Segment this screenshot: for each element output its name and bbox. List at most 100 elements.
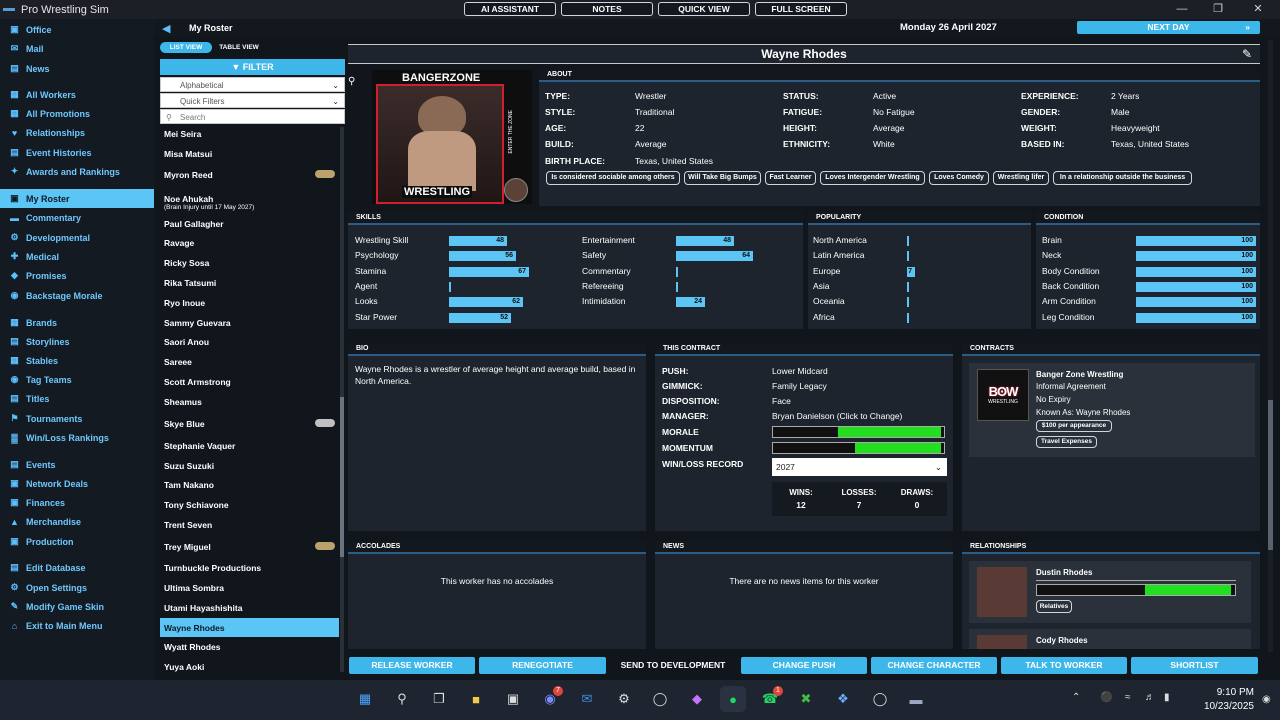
worker-list-item[interactable]: Mei Seira	[160, 124, 339, 143]
minimize-icon[interactable]: —	[1164, 0, 1200, 19]
sidebar-item-modify-game-skin[interactable]: ✎ Modify Game Skin	[0, 597, 154, 616]
sidebar-item-medical[interactable]: ✚ Medical	[0, 247, 154, 266]
sidebar-item-production[interactable]: ▣ Production	[0, 532, 154, 551]
list-scrollbar-thumb[interactable]	[340, 397, 344, 557]
pc-health-icon[interactable]: ◆	[684, 686, 710, 712]
filter-button[interactable]: ▼ FILTER	[160, 59, 345, 75]
windows-start-icon[interactable]: ▦	[352, 686, 378, 712]
search-icon[interactable]: ⚲	[389, 686, 415, 712]
worker-list-item[interactable]: Skye Blue	[160, 414, 339, 433]
quick-view-button[interactable]: QUICK VIEW	[658, 2, 750, 16]
sidebar-item-developmental[interactable]: ⚙ Developmental	[0, 228, 154, 247]
sidebar-item-awards-and-rankings[interactable]: ✦ Awards and Rankings	[0, 162, 154, 181]
worker-list-item[interactable]: Ravage	[160, 233, 339, 252]
worker-list-item[interactable]: Turnbuckle Productions	[160, 558, 339, 577]
full-screen-button[interactable]: FULL SCREEN	[755, 2, 847, 16]
sidebar-item-all-promotions[interactable]: ▦ All Promotions	[0, 104, 154, 123]
relationship-card[interactable]: Dustin Rhodes Relatives	[969, 561, 1251, 623]
worker-list-item[interactable]: Suzu Suzuki	[160, 456, 339, 475]
ai-assistant-button[interactable]: AI ASSISTANT	[464, 2, 556, 16]
sidebar-item-all-workers[interactable]: ▦ All Workers	[0, 85, 154, 104]
notifications-icon[interactable]: ◉	[1262, 694, 1271, 705]
sidebar-item-win-loss-rankings[interactable]: ▓ Win/Loss Rankings	[0, 428, 154, 447]
pro-wrestling-sim-taskbar-icon[interactable]: ▬	[903, 686, 929, 712]
main-scrollbar[interactable]	[1268, 40, 1273, 652]
sidebar-item-my-roster[interactable]: ▣ My Roster	[0, 189, 154, 208]
worker-list-item[interactable]: Utami Hayashishita	[160, 598, 339, 617]
sort-select[interactable]: Alphabetical ⌄	[160, 77, 345, 92]
worker-list-item[interactable]: Wyatt Rhodes	[160, 637, 339, 656]
spotify-icon[interactable]: ●	[720, 686, 746, 712]
clock-date[interactable]: 10/23/2025	[1190, 701, 1254, 712]
worker-list-item[interactable]: Trey Miguel	[160, 537, 339, 556]
obs-icon[interactable]: ◯	[647, 686, 673, 712]
microphone-icon[interactable]: ⚫	[1100, 692, 1112, 703]
worker-list-item[interactable]: Ultima Sombra	[160, 578, 339, 597]
kodi-icon[interactable]: ❖	[830, 686, 856, 712]
sidebar-item-merchandise[interactable]: ▲ Merchandise	[0, 512, 154, 531]
wifi-icon[interactable]: ≈	[1125, 692, 1131, 703]
chevron-up-icon[interactable]: ⌃	[1072, 692, 1080, 703]
sidebar-item-edit-database[interactable]: ▤ Edit Database	[0, 558, 154, 577]
worker-list-item[interactable]: Trent Seven	[160, 515, 339, 534]
sidebar-item-storylines[interactable]: ▤ Storylines	[0, 332, 154, 351]
close-icon[interactable]: ✕	[1240, 0, 1276, 19]
worker-list-item[interactable]: Scott Armstrong	[160, 372, 339, 391]
worker-list-item[interactable]: Noe Ahukah (Brain Injury until 17 May 202…	[160, 190, 339, 214]
renegotiate-button[interactable]: RENEGOTIATE	[479, 657, 606, 674]
worker-list-item[interactable]: Sareee	[160, 352, 339, 371]
sidebar-item-tag-teams[interactable]: ◉ Tag Teams	[0, 370, 154, 389]
sidebar-item-brands[interactable]: ▦ Brands	[0, 313, 154, 332]
sidebar-item-promises[interactable]: ◆ Promises	[0, 266, 154, 285]
whatsapp-icon[interactable]: ☎ 1	[757, 686, 783, 712]
table-view-toggle[interactable]: TABLE VIEW	[216, 42, 262, 53]
store-icon[interactable]: ▣	[500, 686, 526, 712]
worker-list-item[interactable]: Tony Schiavone	[160, 495, 339, 514]
sidebar-item-office[interactable]: ▣ Office	[0, 20, 154, 39]
search-input[interactable]: ⚲ Search	[160, 109, 345, 124]
year-select[interactable]: 2027 ⌄	[772, 458, 947, 476]
sidebar-item-stables[interactable]: ▦ Stables	[0, 351, 154, 370]
worker-list-item[interactable]: Sheamus	[160, 392, 339, 411]
worker-list-item[interactable]: Sammy Guevara	[160, 313, 339, 332]
worker-list-item[interactable]: Rika Tatsumi	[160, 273, 339, 292]
app-icon[interactable]: ◯	[867, 686, 893, 712]
edit-pencil-icon[interactable]: ✎	[1242, 47, 1252, 61]
list-view-toggle[interactable]: LIST VIEW	[160, 42, 212, 53]
worker-list-item[interactable]: Wayne Rhodes	[160, 618, 339, 637]
next-day-button[interactable]: NEXT DAY »	[1077, 21, 1260, 34]
talk-to-worker-button[interactable]: TALK TO WORKER	[1001, 657, 1127, 674]
release-worker-button[interactable]: RELEASE WORKER	[349, 657, 475, 674]
outlook-icon[interactable]: ✉	[574, 686, 600, 712]
sidebar-item-event-histories[interactable]: ▤ Event Histories	[0, 143, 154, 162]
worker-list-item[interactable]: Misa Matsui	[160, 144, 339, 163]
sidebar-item-titles[interactable]: ▤ Titles	[0, 389, 154, 408]
worker-list-item[interactable]: Yuya Aoki	[160, 657, 339, 676]
sidebar-item-relationships[interactable]: ♥ Relationships	[0, 123, 154, 142]
shortlist-button[interactable]: SHORTLIST	[1131, 657, 1258, 674]
list-scrollbar[interactable]	[340, 127, 344, 672]
restore-icon[interactable]: ❐	[1200, 0, 1236, 19]
sidebar-item-commentary[interactable]: ▬ Commentary	[0, 208, 154, 227]
worker-list-item[interactable]: Saori Anou	[160, 332, 339, 351]
task-view-icon[interactable]: ❐	[426, 686, 452, 712]
worker-list-item[interactable]: Stephanie Vaquer	[160, 436, 339, 455]
battery-icon[interactable]: ▮	[1164, 692, 1170, 703]
change-push-button[interactable]: CHANGE PUSH	[741, 657, 867, 674]
notes-button[interactable]: NOTES	[561, 2, 653, 16]
quick-filters-select[interactable]: Quick Filters ⌄	[160, 93, 345, 108]
worker-list-item[interactable]: Ricky Sosa	[160, 253, 339, 272]
contract-card[interactable]: BʘW WRESTLING Banger Zone Wrestling Info…	[969, 363, 1255, 457]
sidebar-item-backstage-morale[interactable]: ◉ Backstage Morale	[0, 286, 154, 305]
worker-list-item[interactable]: Tam Nakano	[160, 475, 339, 494]
discord-icon[interactable]: ◉ 7	[537, 686, 563, 712]
sidebar-item-tournaments[interactable]: ⚑ Tournaments	[0, 409, 154, 428]
worker-list-item[interactable]: Myron Reed	[160, 165, 339, 184]
sidebar-item-finances[interactable]: ▣ Finances	[0, 493, 154, 512]
send-to-development-button[interactable]: SEND TO DEVELOPMENT	[610, 657, 736, 674]
zoom-icon[interactable]: ⚲	[348, 76, 355, 87]
xbox-icon[interactable]: ✖	[793, 686, 819, 712]
relationship-card[interactable]: Cody Rhodes	[969, 629, 1251, 649]
sidebar-item-mail[interactable]: ✉ Mail	[0, 39, 154, 58]
change-character-button[interactable]: CHANGE CHARACTER	[871, 657, 997, 674]
